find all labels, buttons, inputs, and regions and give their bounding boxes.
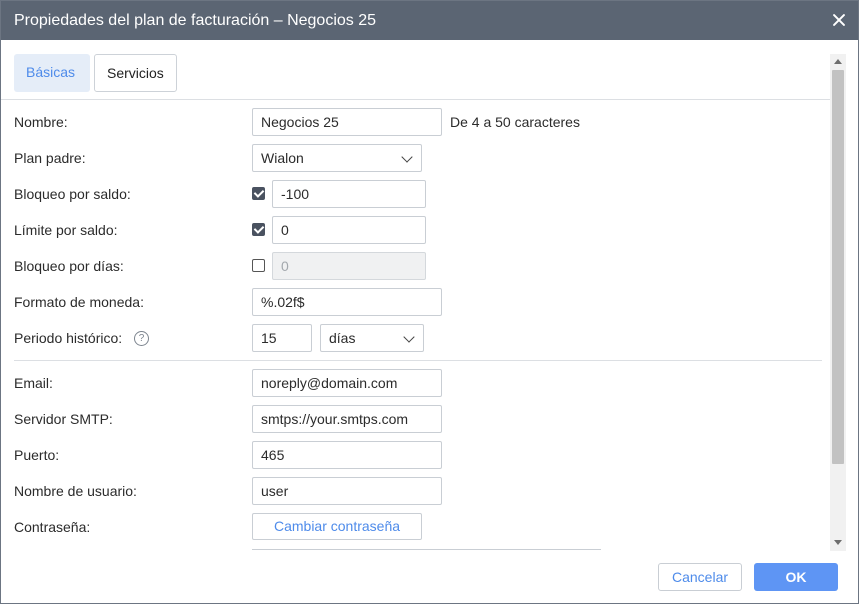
name-label: Nombre: bbox=[14, 114, 68, 130]
name-input[interactable]: Negocios 25 bbox=[252, 108, 442, 136]
tab-servicios[interactable]: Servicios bbox=[94, 54, 177, 92]
currency-format-input[interactable]: %.02f$ bbox=[252, 288, 442, 316]
balance-block-input[interactable]: -100 bbox=[272, 180, 426, 208]
cancel-button[interactable]: Cancelar bbox=[658, 563, 742, 591]
history-period-input[interactable]: 15 bbox=[252, 324, 312, 352]
tab-divider bbox=[1, 99, 830, 100]
parent-plan-value: Wialon bbox=[261, 150, 304, 166]
dialog-titlebar: Propiedades del plan de facturación – Ne… bbox=[1, 1, 858, 40]
email-label: Email: bbox=[14, 375, 53, 391]
smtp-server-label: Servidor SMTP: bbox=[14, 411, 113, 427]
scroll-up-icon[interactable] bbox=[834, 59, 842, 64]
username-label: Nombre de usuario: bbox=[14, 483, 137, 499]
parent-plan-label: Plan padre: bbox=[14, 150, 86, 166]
balance-limit-label: Límite por saldo: bbox=[14, 222, 118, 238]
days-block-label: Bloqueo por días: bbox=[14, 258, 124, 274]
history-unit-value: días bbox=[329, 330, 356, 346]
close-icon[interactable] bbox=[831, 12, 847, 28]
parent-plan-select[interactable]: Wialon bbox=[252, 144, 422, 172]
help-icon[interactable]: ? bbox=[134, 331, 149, 346]
chevron-down-icon bbox=[401, 151, 413, 163]
tab-basicas[interactable]: Básicas bbox=[14, 54, 90, 92]
section-divider bbox=[14, 360, 822, 361]
dialog-title: Propiedades del plan de facturación – Ne… bbox=[14, 12, 377, 29]
balance-limit-input[interactable]: 0 bbox=[272, 216, 426, 244]
scrollbar-thumb[interactable] bbox=[832, 70, 844, 464]
name-hint: De 4 a 50 caracteres bbox=[450, 114, 580, 130]
scroll-down-icon[interactable] bbox=[834, 540, 842, 545]
days-block-checkbox[interactable] bbox=[252, 259, 265, 272]
billing-plan-dialog: Propiedades del plan de facturación – Ne… bbox=[0, 0, 859, 604]
smtp-server-input[interactable]: smtps://your.smtps.com bbox=[252, 405, 442, 433]
port-label: Puerto: bbox=[14, 447, 60, 463]
password-label: Contraseña: bbox=[14, 519, 91, 535]
chevron-down-icon bbox=[403, 331, 415, 343]
balance-block-checkbox[interactable] bbox=[252, 187, 265, 200]
email-field[interactable]: noreply@domain.com bbox=[252, 369, 442, 397]
ok-button[interactable]: OK bbox=[754, 563, 838, 591]
history-unit-select[interactable]: días bbox=[320, 324, 424, 352]
username-input[interactable]: user bbox=[252, 477, 442, 505]
history-period-label: Periodo histórico: bbox=[14, 330, 123, 346]
change-password-button[interactable]: Cambiar contraseña bbox=[252, 513, 422, 540]
days-block-input: 0 bbox=[272, 252, 426, 280]
currency-format-label: Formato de moneda: bbox=[14, 294, 144, 310]
port-input[interactable]: 465 bbox=[252, 441, 442, 469]
next-field-edge bbox=[252, 549, 601, 550]
balance-limit-checkbox[interactable] bbox=[252, 223, 265, 236]
balance-block-label: Bloqueo por saldo: bbox=[14, 186, 131, 202]
